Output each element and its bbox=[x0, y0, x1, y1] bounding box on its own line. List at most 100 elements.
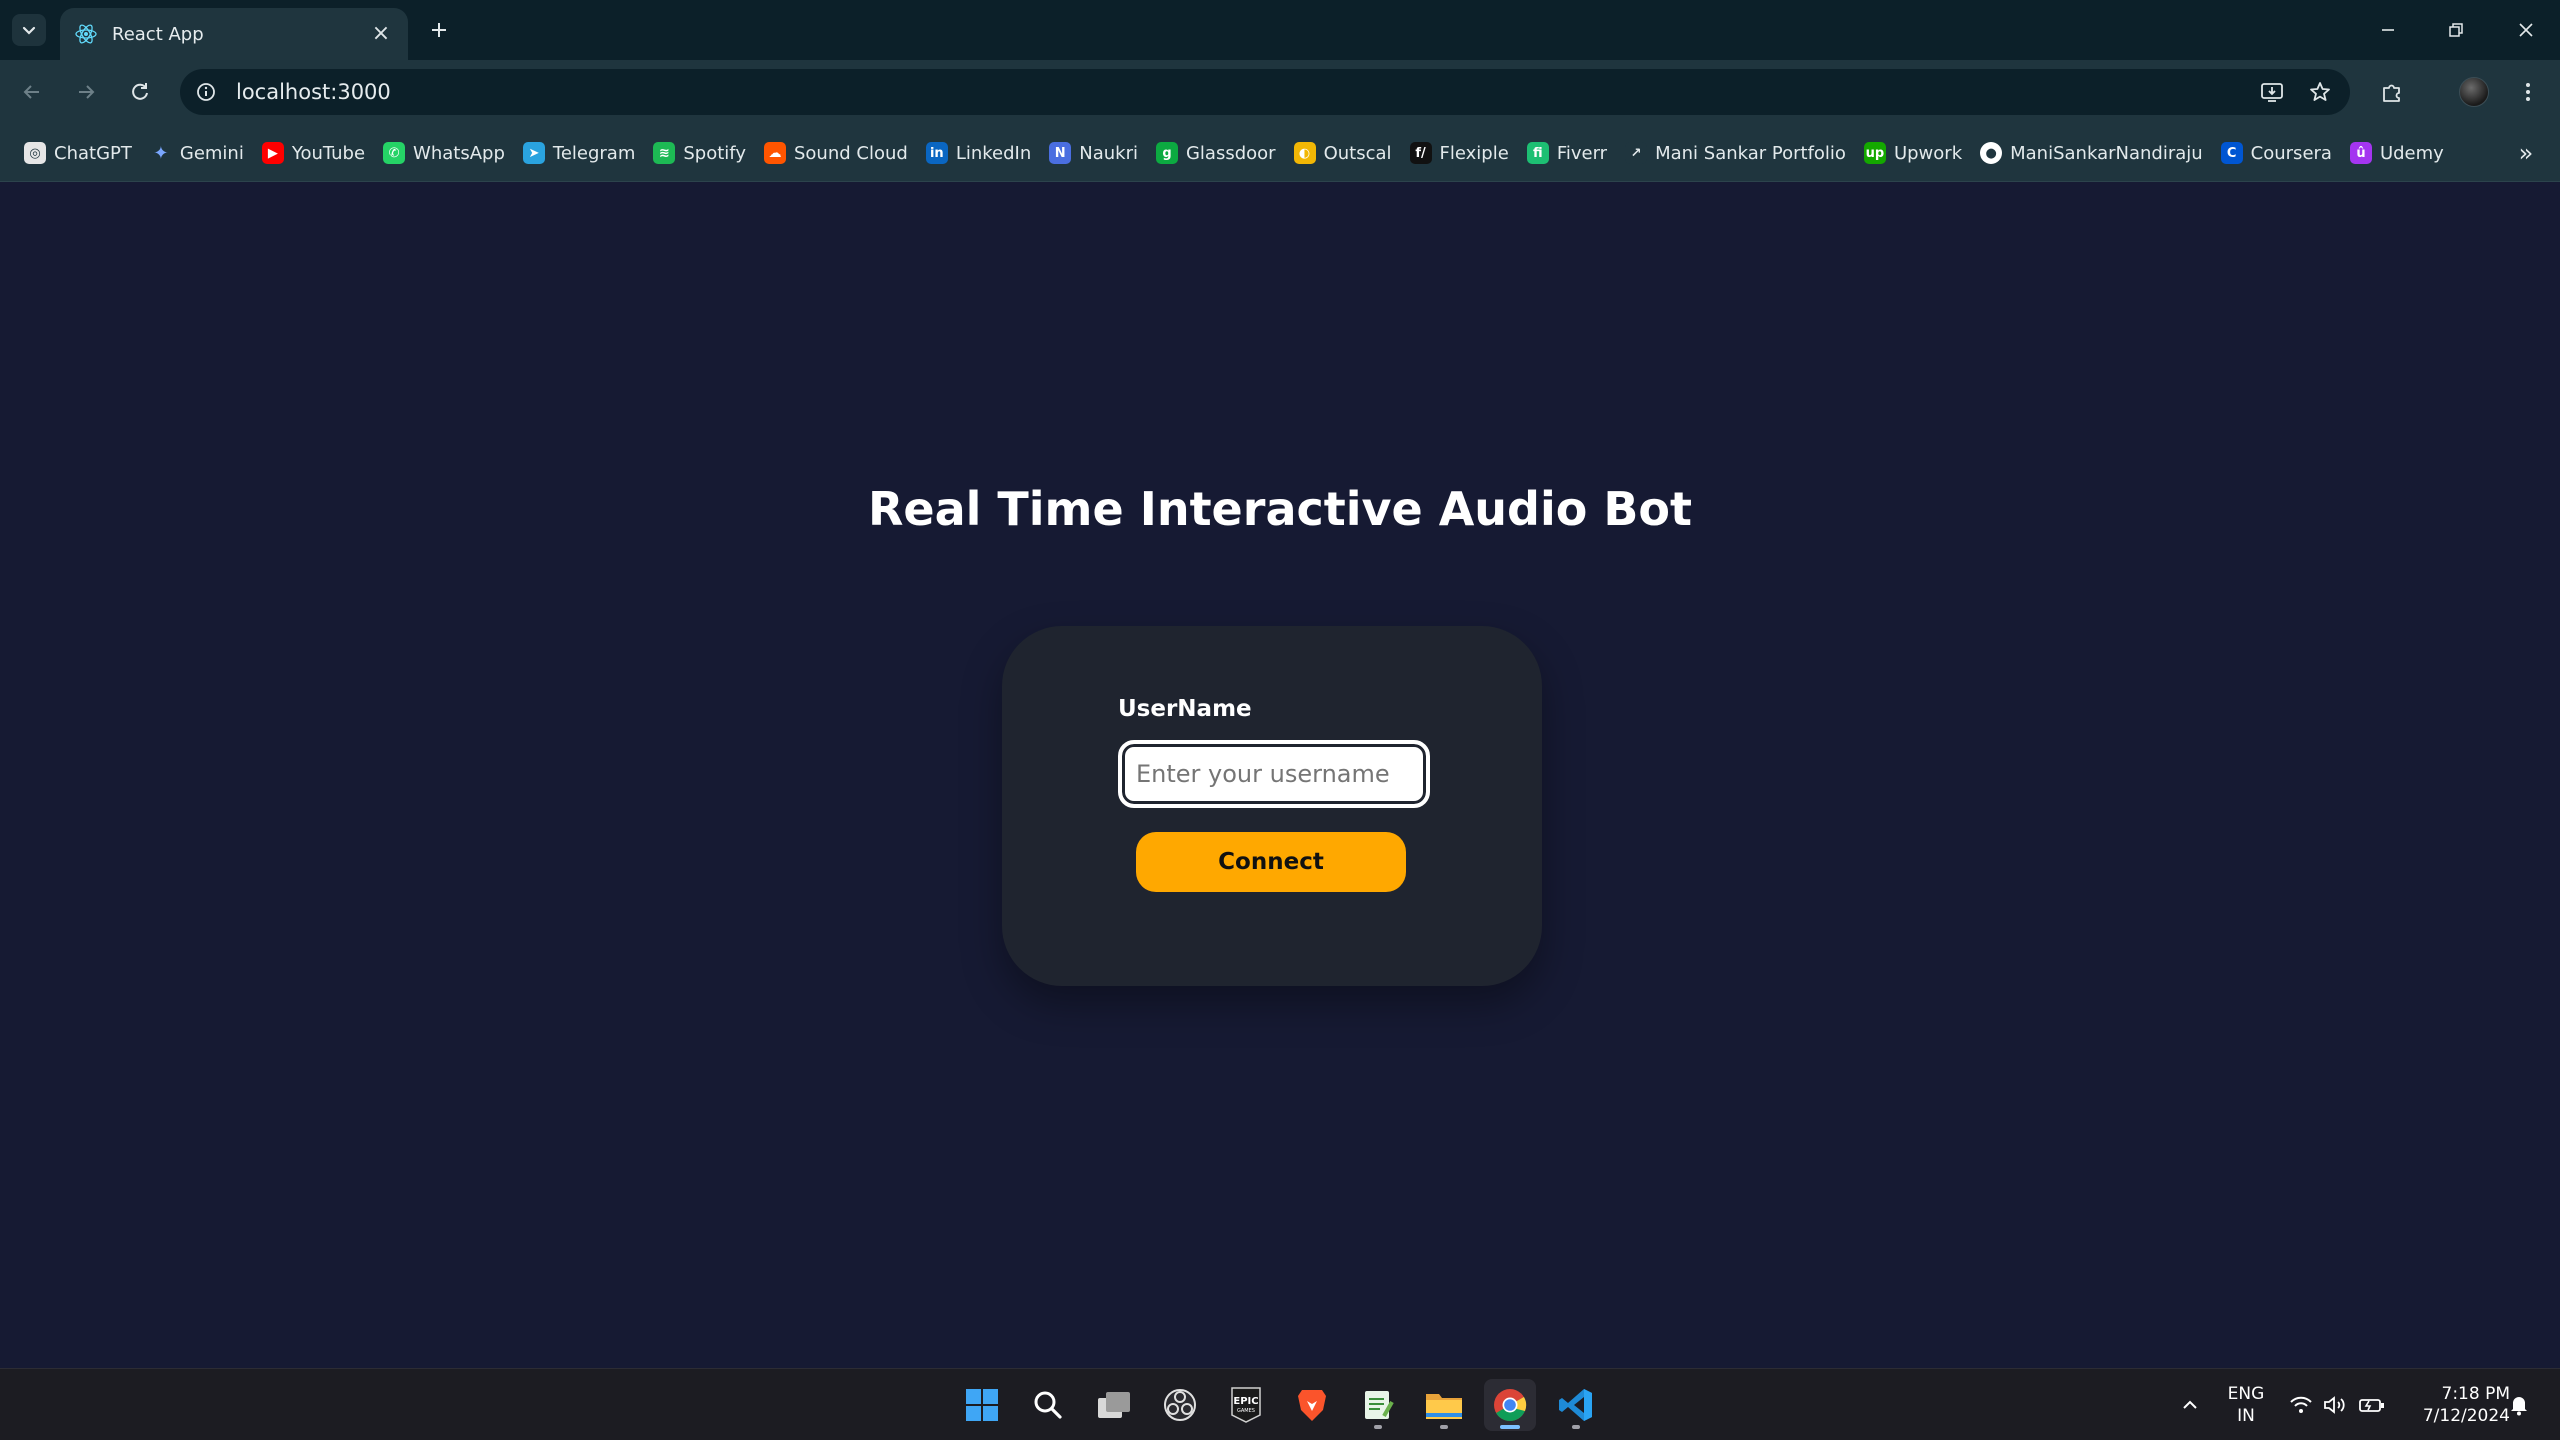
clock[interactable]: 7:18 PM 7/12/2024 bbox=[2398, 1381, 2510, 1429]
linkedin-icon: in bbox=[925, 142, 948, 164]
tab-react-app[interactable]: React App × bbox=[60, 8, 408, 60]
close-window-icon bbox=[2519, 23, 2533, 37]
bookmark-label: Sound Cloud bbox=[793, 142, 908, 164]
site-info-icon[interactable] bbox=[192, 78, 220, 106]
bookmark-whatsapp[interactable]: ✆ WhatsApp bbox=[375, 133, 513, 173]
puzzle-icon bbox=[2383, 84, 2400, 102]
username-label: UserName bbox=[1118, 696, 1252, 722]
brave-icon bbox=[1298, 1390, 1326, 1421]
bookmark-github[interactable]: ● ManiSankarNandiraju bbox=[1972, 133, 2211, 173]
epic-games-app[interactable]: EPIC GAMES bbox=[1220, 1379, 1272, 1431]
new-tab-button[interactable] bbox=[422, 14, 456, 46]
bookmark-fiverr[interactable]: fi Fiverr bbox=[1519, 133, 1615, 173]
file-explorer-app[interactable] bbox=[1418, 1379, 1470, 1431]
soundcloud-icon: ☁ bbox=[763, 142, 786, 164]
install-app-icon[interactable] bbox=[2254, 74, 2290, 110]
tab-search-button[interactable] bbox=[12, 14, 46, 46]
browser-toolbar: localhost:3000 bbox=[0, 60, 2560, 124]
bookmark-glassdoor[interactable]: g Glassdoor bbox=[1148, 133, 1284, 173]
back-button[interactable] bbox=[14, 74, 50, 110]
extensions-button[interactable] bbox=[2374, 74, 2410, 110]
taskbar-search-button[interactable] bbox=[1022, 1379, 1074, 1431]
bookmark-label: ChatGPT bbox=[54, 142, 132, 164]
brave-app[interactable] bbox=[1286, 1379, 1338, 1431]
reload-button[interactable] bbox=[122, 74, 158, 110]
running-indicator bbox=[1572, 1425, 1580, 1429]
naukri-icon: N bbox=[1049, 142, 1072, 164]
file-explorer-icon bbox=[1426, 1394, 1462, 1419]
language-indicator[interactable]: ENG IN bbox=[2216, 1383, 2276, 1427]
bookmark-label: ManiSankarNandiraju bbox=[2010, 142, 2203, 164]
close-icon[interactable]: × bbox=[368, 21, 394, 47]
connect-button[interactable]: Connect bbox=[1136, 832, 1406, 892]
start-button[interactable] bbox=[956, 1379, 1008, 1431]
profile-button[interactable] bbox=[2456, 74, 2492, 110]
bookmark-label: Naukri bbox=[1079, 142, 1138, 164]
restore-button[interactable] bbox=[2426, 10, 2486, 50]
tab-strip: React App × bbox=[0, 0, 2560, 60]
bookmark-portfolio[interactable]: ↗ Mani Sankar Portfolio bbox=[1617, 133, 1854, 173]
double-chevron-right-icon: » bbox=[2518, 139, 2534, 167]
bookmark-label: Outscal bbox=[1323, 142, 1392, 164]
page-title: Real Time Interactive Audio Bot bbox=[867, 482, 1693, 536]
flexiple-icon: f/ bbox=[1409, 142, 1432, 164]
bookmark-label: Gemini bbox=[179, 142, 244, 164]
vscode-app[interactable] bbox=[1550, 1379, 1602, 1431]
plus-icon bbox=[432, 23, 446, 37]
bookmark-label: Mani Sankar Portfolio bbox=[1655, 142, 1846, 164]
obs-app[interactable] bbox=[1154, 1379, 1206, 1431]
upwork-icon: up bbox=[1863, 142, 1886, 164]
login-card: UserName Connect bbox=[1002, 626, 1542, 986]
react-icon bbox=[74, 22, 98, 46]
bookmark-telegram[interactable]: ➤ Telegram bbox=[515, 133, 643, 173]
wifi-icon[interactable] bbox=[2286, 1391, 2316, 1419]
minimize-button[interactable] bbox=[2358, 10, 2418, 50]
bookmark-youtube[interactable]: ▶ YouTube bbox=[254, 133, 373, 173]
telegram-icon: ➤ bbox=[522, 142, 545, 164]
forward-button[interactable] bbox=[68, 74, 104, 110]
notifications-button[interactable] bbox=[2504, 1391, 2534, 1419]
show-hidden-icons-button[interactable] bbox=[2176, 1391, 2204, 1419]
chevron-up-icon bbox=[2183, 1400, 2197, 1409]
clock-time: 7:18 PM bbox=[2441, 1384, 2511, 1404]
page-content: Real Time Interactive Audio Bot UserName… bbox=[0, 182, 2560, 1368]
volume-icon[interactable] bbox=[2320, 1391, 2350, 1419]
more-bookmarks-button[interactable]: » bbox=[2508, 135, 2544, 171]
browser-menu-button[interactable] bbox=[2510, 74, 2546, 110]
portfolio-icon: ↗ bbox=[1625, 142, 1648, 164]
bookmark-naukri[interactable]: N Naukri bbox=[1041, 133, 1146, 173]
bookmark-label: Upwork bbox=[1893, 142, 1963, 164]
bookmark-upwork[interactable]: up Upwork bbox=[1856, 133, 1970, 173]
bookmark-label: Glassdoor bbox=[1185, 142, 1276, 164]
bookmark-spotify[interactable]: ≋ Spotify bbox=[645, 133, 754, 173]
username-input[interactable] bbox=[1118, 740, 1430, 808]
address-bar[interactable]: localhost:3000 bbox=[180, 69, 2350, 115]
bookmark-label: Coursera bbox=[2250, 142, 2332, 164]
fiverr-icon: fi bbox=[1526, 142, 1549, 164]
close-window-button[interactable] bbox=[2496, 10, 2556, 50]
reload-icon bbox=[132, 83, 148, 100]
avatar bbox=[2459, 77, 2489, 107]
vscode-icon bbox=[1559, 1389, 1592, 1421]
youtube-icon: ▶ bbox=[261, 142, 284, 164]
task-view-icon bbox=[1098, 1392, 1130, 1418]
language-code: ENG bbox=[2227, 1384, 2265, 1404]
bookmark-coursera[interactable]: C Coursera bbox=[2213, 133, 2340, 173]
bookmark-linkedin[interactable]: in LinkedIn bbox=[918, 133, 1039, 173]
battery-icon[interactable] bbox=[2356, 1391, 2388, 1419]
bookmark-gemini[interactable]: ✦ Gemini bbox=[142, 133, 252, 173]
bookmark-star-icon[interactable] bbox=[2302, 74, 2338, 110]
url-text[interactable]: localhost:3000 bbox=[236, 80, 2254, 104]
bookmark-outscal[interactable]: ◐ Outscal bbox=[1286, 133, 1400, 173]
task-view-button[interactable] bbox=[1088, 1379, 1140, 1431]
outscal-icon: ◐ bbox=[1293, 142, 1316, 164]
spotify-icon: ≋ bbox=[653, 142, 676, 164]
notepad-app[interactable] bbox=[1352, 1379, 1404, 1431]
bookmark-chatgpt[interactable]: ◎ ChatGPT bbox=[16, 133, 140, 173]
bookmark-flexiple[interactable]: f/Flexiple bbox=[1402, 133, 1517, 173]
chrome-app[interactable] bbox=[1484, 1379, 1536, 1431]
epic-games-icon: EPICGAMES bbox=[1231, 1387, 1261, 1423]
bookmark-udemy[interactable]: û Udemy bbox=[2342, 133, 2452, 173]
language-region: IN bbox=[2237, 1406, 2255, 1426]
bookmark-soundcloud[interactable]: ☁ Sound Cloud bbox=[756, 133, 916, 173]
